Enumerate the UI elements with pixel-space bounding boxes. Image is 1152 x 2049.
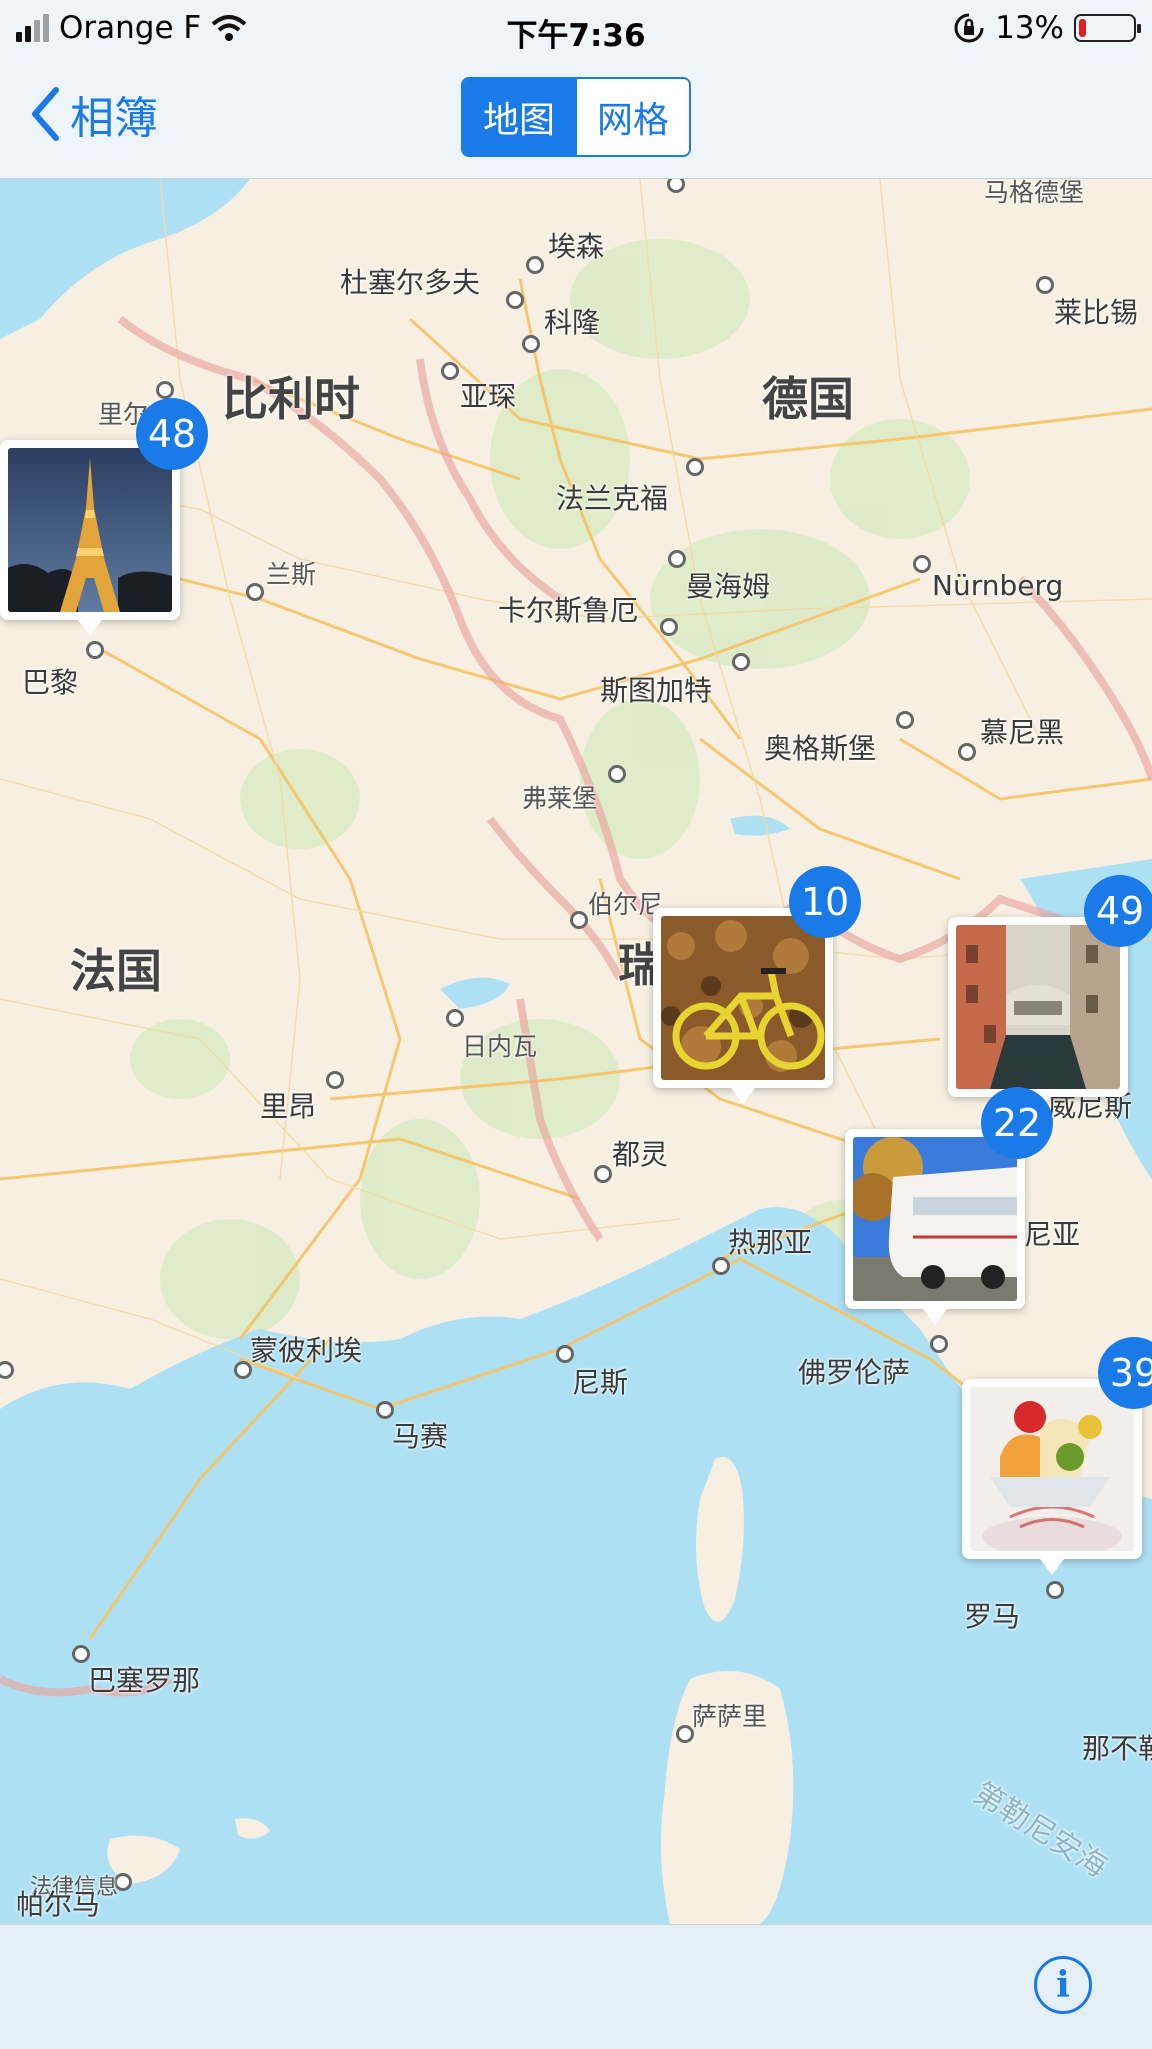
city-label: 萨萨里 bbox=[692, 1702, 768, 1731]
info-button[interactable]: i bbox=[1034, 1956, 1092, 2014]
city-label: 佛罗伦萨 bbox=[798, 1356, 911, 1389]
photo-cluster-pin[interactable]: 39 bbox=[962, 1337, 1152, 1575]
photo-cluster-pin[interactable]: 10 bbox=[653, 866, 861, 1104]
bottom-toolbar: i bbox=[0, 1924, 1152, 2049]
photo-cluster-pin[interactable]: 49 bbox=[948, 875, 1152, 1113]
city-dot bbox=[1046, 1581, 1064, 1599]
photo-cluster-pin[interactable]: 48 bbox=[0, 398, 208, 636]
photo-count-badge: 48 bbox=[136, 398, 208, 470]
city-dot bbox=[594, 1165, 612, 1183]
city-dot bbox=[930, 1335, 948, 1353]
city-dot bbox=[686, 458, 704, 476]
city-dot bbox=[732, 653, 750, 671]
segment-map[interactable]: 地图 bbox=[463, 79, 575, 155]
city-label: 伯尔尼 bbox=[588, 890, 664, 919]
city-dot bbox=[522, 335, 540, 353]
city-label: 罗马 bbox=[964, 1600, 1021, 1633]
city-label: 兰斯 bbox=[266, 560, 317, 589]
city-label: 日内瓦 bbox=[462, 1032, 538, 1061]
back-label: 相簿 bbox=[70, 93, 158, 144]
city-dot bbox=[660, 618, 678, 636]
city-dot bbox=[446, 1009, 464, 1027]
city-label: 巴黎 bbox=[22, 666, 79, 699]
battery-icon bbox=[1074, 14, 1141, 42]
city-dot bbox=[156, 381, 174, 399]
city-label: 奥格斯堡 bbox=[764, 732, 877, 765]
city-dot bbox=[526, 256, 544, 274]
city-label: 卡尔斯鲁厄 bbox=[498, 594, 639, 627]
city-label: 马格德堡 bbox=[984, 179, 1085, 207]
info-icon: i bbox=[1056, 1964, 1070, 2006]
photo-thumbnail bbox=[970, 1387, 1134, 1551]
city-dot bbox=[668, 550, 686, 568]
city-label: 亚琛 bbox=[460, 380, 517, 413]
city-label: 尼亚 bbox=[1024, 1218, 1081, 1251]
city-label: 斯图加特 bbox=[600, 674, 713, 707]
photo-thumbnail bbox=[661, 916, 825, 1080]
city-label: Nürnberg bbox=[932, 569, 1064, 602]
city-label: 曼海姆 bbox=[686, 570, 771, 603]
city-label: 帕尔马 bbox=[16, 1888, 101, 1921]
city-label: 巴塞罗那 bbox=[88, 1664, 201, 1697]
city-label: 热那亚 bbox=[728, 1226, 813, 1259]
photo-thumbnail bbox=[956, 925, 1120, 1089]
photo-count-badge: 49 bbox=[1084, 875, 1152, 947]
photo-count-badge: 22 bbox=[981, 1087, 1053, 1159]
city-dot bbox=[441, 362, 459, 380]
back-button[interactable]: 相簿 bbox=[30, 82, 158, 146]
city-dot bbox=[246, 583, 264, 601]
city-label: 那不勒 bbox=[1082, 1732, 1152, 1765]
photo-count-badge: 10 bbox=[789, 866, 861, 938]
photo-cluster-pin[interactable]: 22 bbox=[845, 1087, 1053, 1325]
city-label: 慕尼黑 bbox=[980, 716, 1065, 749]
status-bar: Orange F 下午7:36 13% bbox=[0, 0, 1152, 58]
city-label: 弗莱堡 bbox=[522, 784, 598, 813]
city-label: 尼斯 bbox=[572, 1366, 629, 1399]
photo-thumbnail bbox=[853, 1137, 1017, 1301]
country-label: 德国 bbox=[762, 372, 854, 426]
view-segmented-control: 地图 网格 bbox=[461, 77, 691, 157]
city-label: 马赛 bbox=[392, 1420, 449, 1453]
city-label: 蒙彼利埃 bbox=[250, 1334, 363, 1367]
city-dot bbox=[506, 291, 524, 309]
city-label: 杜塞尔多夫 bbox=[340, 266, 481, 299]
city-label: 莱比锡 bbox=[1054, 296, 1139, 329]
city-dot bbox=[326, 1071, 344, 1089]
city-dot bbox=[958, 743, 976, 761]
city-dot bbox=[570, 911, 588, 929]
city-dot bbox=[608, 765, 626, 783]
city-dot bbox=[896, 711, 914, 729]
country-label: 比利时 bbox=[222, 372, 360, 426]
map-view[interactable]: 比利时 德国 法国 马格德堡 埃森 杜塞尔多夫 科隆 莱比锡 亚琛 里尔 法兰克… bbox=[0, 179, 1152, 1924]
navigation-bar: 相簿 地图 网格 bbox=[0, 58, 1152, 179]
country-label: 法国 bbox=[70, 944, 162, 998]
city-label: 科隆 bbox=[544, 306, 601, 339]
battery-percent: 13% bbox=[995, 10, 1064, 46]
city-label: 法兰克福 bbox=[556, 482, 669, 515]
city-label: 都灵 bbox=[612, 1138, 669, 1171]
segment-grid[interactable]: 网格 bbox=[575, 79, 689, 155]
city-dot bbox=[86, 641, 104, 659]
city-dot bbox=[913, 555, 931, 573]
city-dot bbox=[1036, 276, 1054, 294]
photo-thumbnail bbox=[8, 448, 172, 612]
city-label: 埃森 bbox=[548, 230, 605, 263]
chevron-left-icon bbox=[32, 87, 59, 141]
orientation-lock-icon bbox=[954, 13, 984, 43]
city-label: 里昂 bbox=[260, 1090, 317, 1123]
